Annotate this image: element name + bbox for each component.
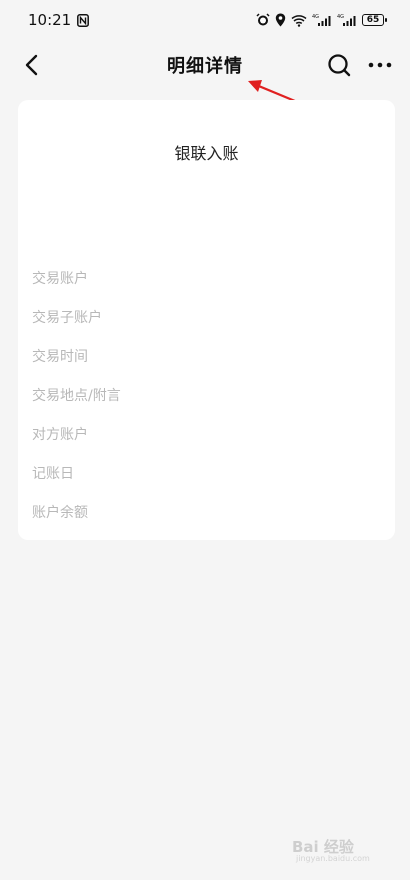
status-bar: 10:21 4G 4G 65: [0, 0, 410, 40]
location-icon: [275, 13, 286, 27]
title-bar: 明细详情: [0, 40, 410, 90]
watermark-url: jingyan.baidu.com: [296, 854, 370, 863]
status-left: 10:21: [28, 11, 90, 29]
alarm-icon: [256, 13, 270, 27]
field-label-location: 交易地点/附言: [32, 388, 121, 404]
field-label-sub-account: 交易子账户: [32, 310, 102, 326]
screen: 10:21 4G 4G 65 明细详情 银联入账 交易账户 交易子账户 交易时间…: [0, 0, 410, 880]
watermark: Bai 经验 jingyan.baidu.com: [292, 822, 392, 872]
signal-4g-icon-2: 4G: [337, 13, 357, 27]
field-label-booking-date: 记账日: [32, 466, 74, 482]
detail-card: 银联入账 交易账户 交易子账户 交易时间 交易地点/附言 对方账户 记账日 账户…: [18, 100, 395, 540]
battery-icon: 65: [362, 14, 387, 26]
svg-text:4G: 4G: [337, 14, 344, 20]
wifi-icon: [291, 14, 307, 27]
nfc-icon: [77, 13, 90, 27]
signal-4g-icon: 4G: [312, 13, 332, 27]
field-label-counterparty: 对方账户: [32, 427, 88, 443]
svg-text:4G: 4G: [312, 14, 319, 20]
transaction-type-title: 银联入账: [174, 144, 239, 163]
field-label-balance: 账户余额: [32, 505, 88, 521]
more-icon[interactable]: [366, 52, 394, 78]
field-label-account: 交易账户: [32, 271, 88, 287]
search-icon[interactable]: [326, 52, 352, 78]
field-label-time: 交易时间: [32, 349, 88, 365]
status-time: 10:21: [28, 11, 72, 29]
status-right: 4G 4G 65: [256, 13, 387, 27]
